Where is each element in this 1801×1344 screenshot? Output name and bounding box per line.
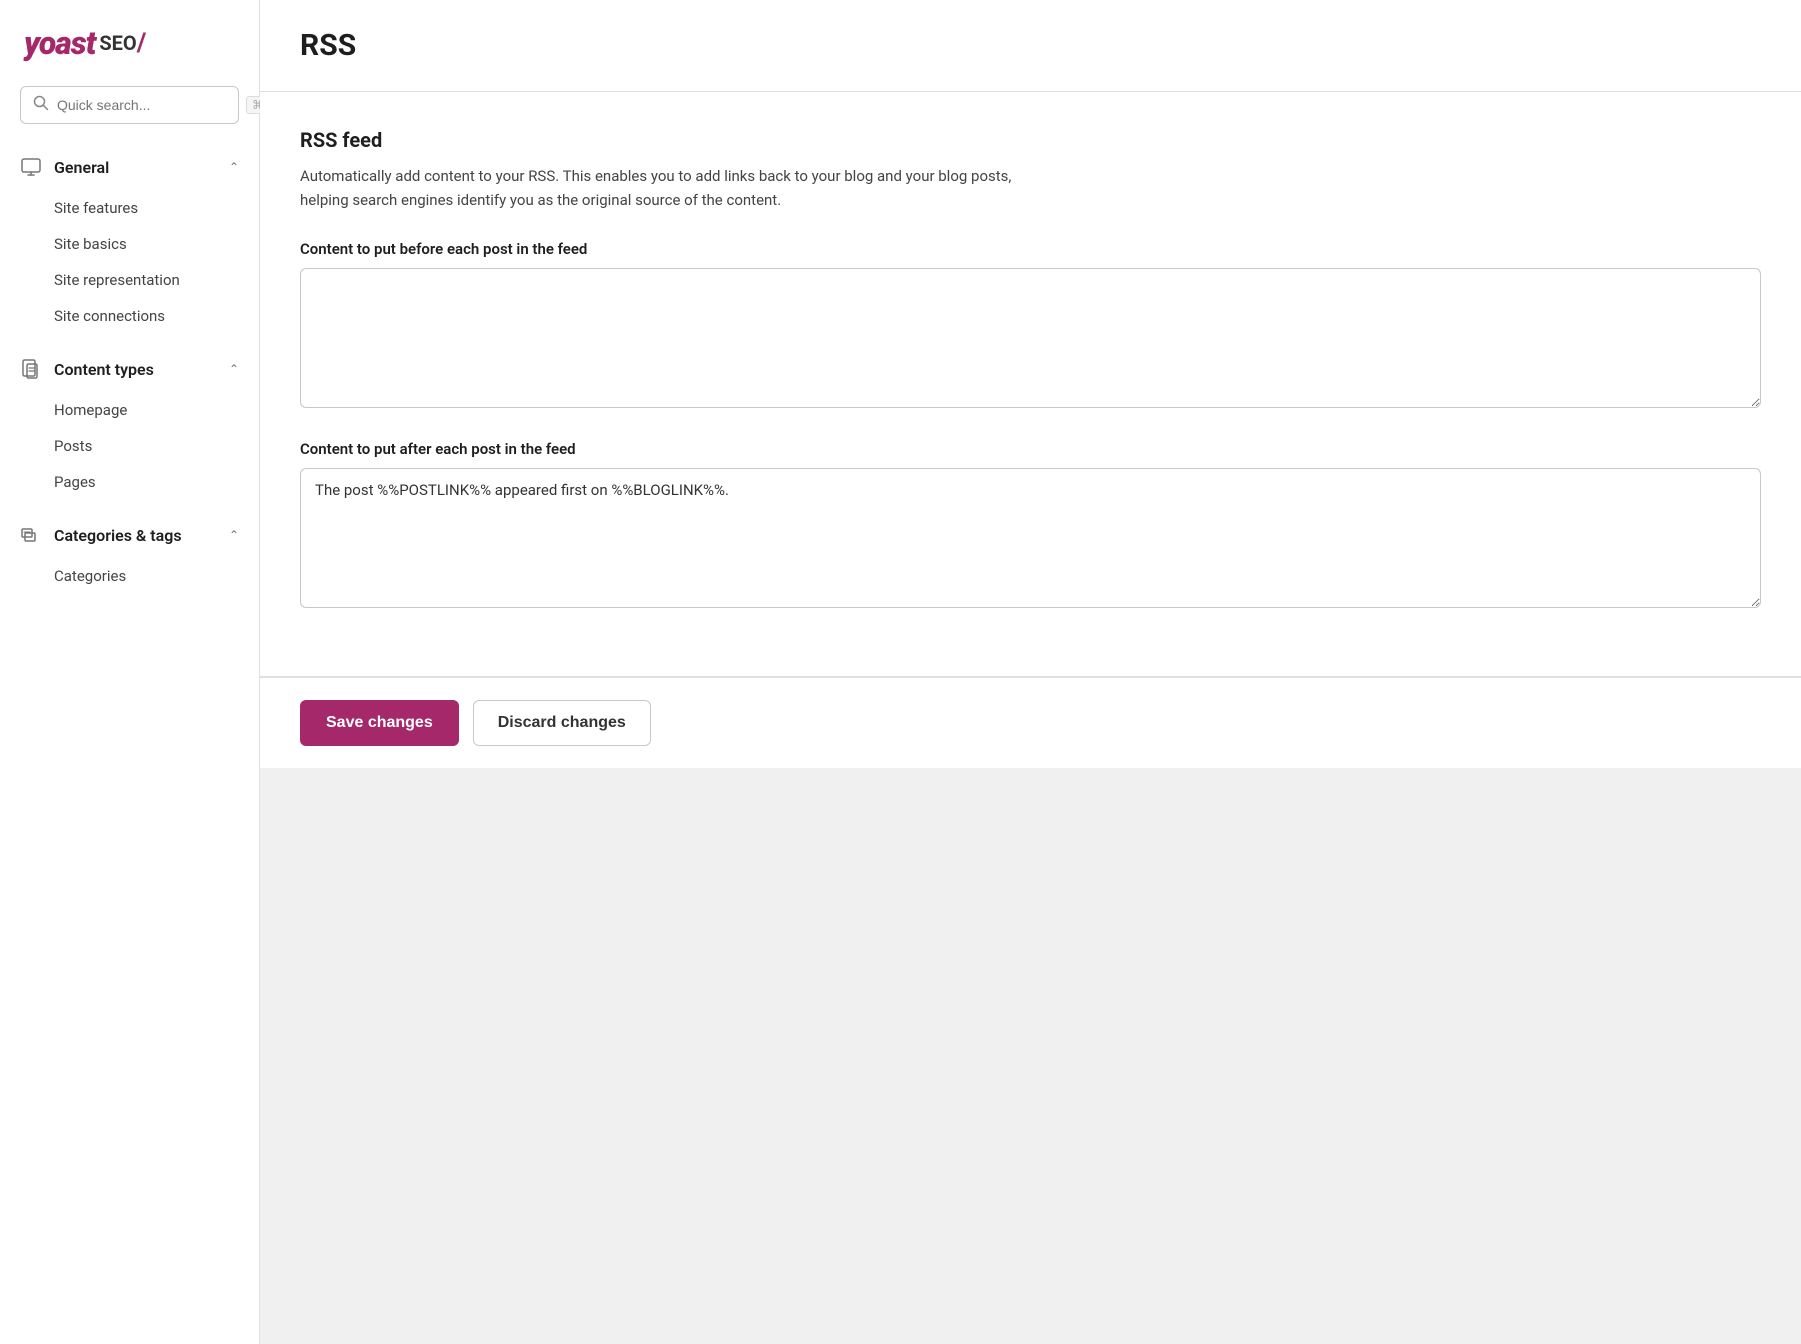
rss-feed-title: RSS feed — [300, 128, 1761, 152]
nav-section-general-label: General — [54, 158, 109, 177]
sidebar-item-pages[interactable]: Pages — [0, 464, 259, 500]
tag-icon — [20, 524, 42, 546]
rss-feed-description: Automatically add content to your RSS. T… — [300, 164, 1060, 212]
sidebar-item-posts[interactable]: Posts — [0, 428, 259, 464]
sidebar-item-site-representation[interactable]: Site representation — [0, 262, 259, 298]
nav-section-categories-tags-label: Categories & tags — [54, 526, 182, 545]
page-body: RSS feed Automatically add content to yo… — [260, 92, 1801, 1344]
page-title: RSS — [300, 28, 1761, 63]
sidebar-item-site-basics[interactable]: Site basics — [0, 226, 259, 262]
logo: yoast SEO / — [24, 24, 235, 62]
categories-tags-sub-items: Categories — [0, 558, 259, 602]
discard-changes-button[interactable]: Discard changes — [473, 700, 651, 746]
search-input[interactable] — [57, 97, 238, 113]
rss-feed-card: RSS feed Automatically add content to yo… — [260, 92, 1801, 676]
sidebar-item-site-features[interactable]: Site features — [0, 190, 259, 226]
document-icon — [20, 358, 42, 380]
after-field-label: Content to put after each post in the fe… — [300, 440, 1761, 458]
sidebar-item-site-connections[interactable]: Site connections — [0, 298, 259, 334]
content-types-chevron-icon: ⌃ — [229, 362, 239, 376]
nav-section-general: General ⌃ Site features Site basics Site… — [0, 144, 259, 342]
nav-section-content-types-left: Content types — [20, 358, 154, 380]
footer-bar: Save changes Discard changes — [260, 677, 1801, 768]
nav-section-content-types: Content types ⌃ Homepage Posts Pages — [0, 346, 259, 508]
logo-seo: SEO — [99, 31, 136, 55]
sidebar-item-categories[interactable]: Categories — [0, 558, 259, 594]
before-field-label: Content to put before each post in the f… — [300, 240, 1761, 258]
logo-yoast: yoast — [24, 24, 95, 62]
save-changes-button[interactable]: Save changes — [300, 700, 459, 746]
sidebar-item-homepage[interactable]: Homepage — [0, 392, 259, 428]
content-types-sub-items: Homepage Posts Pages — [0, 392, 259, 508]
monitor-icon — [20, 156, 42, 178]
before-feed-textarea[interactable] — [300, 268, 1761, 408]
search-box[interactable]: ⌘K — [20, 86, 239, 124]
sidebar: yoast SEO / ⌘K G — [0, 0, 260, 1344]
search-icon — [33, 95, 49, 115]
nav-section-general-header[interactable]: General ⌃ — [0, 144, 259, 190]
main-content: RSS RSS feed Automatically add content t… — [260, 0, 1801, 1344]
page-header: RSS — [260, 0, 1801, 92]
general-sub-items: Site features Site basics Site represent… — [0, 190, 259, 342]
after-feed-textarea[interactable] — [300, 468, 1761, 608]
nav-section-content-types-header[interactable]: Content types ⌃ — [0, 346, 259, 392]
nav-section-categories-tags: Categories & tags ⌃ Categories — [0, 512, 259, 602]
categories-tags-chevron-icon: ⌃ — [229, 528, 239, 542]
logo-area: yoast SEO / — [0, 24, 259, 86]
nav-section-general-left: General — [20, 156, 109, 178]
logo-slash: / — [137, 28, 147, 58]
general-chevron-icon: ⌃ — [229, 160, 239, 174]
nav-section-categories-tags-left: Categories & tags — [20, 524, 182, 546]
nav-section-content-types-label: Content types — [54, 360, 154, 379]
nav-section-categories-tags-header[interactable]: Categories & tags ⌃ — [0, 512, 259, 558]
